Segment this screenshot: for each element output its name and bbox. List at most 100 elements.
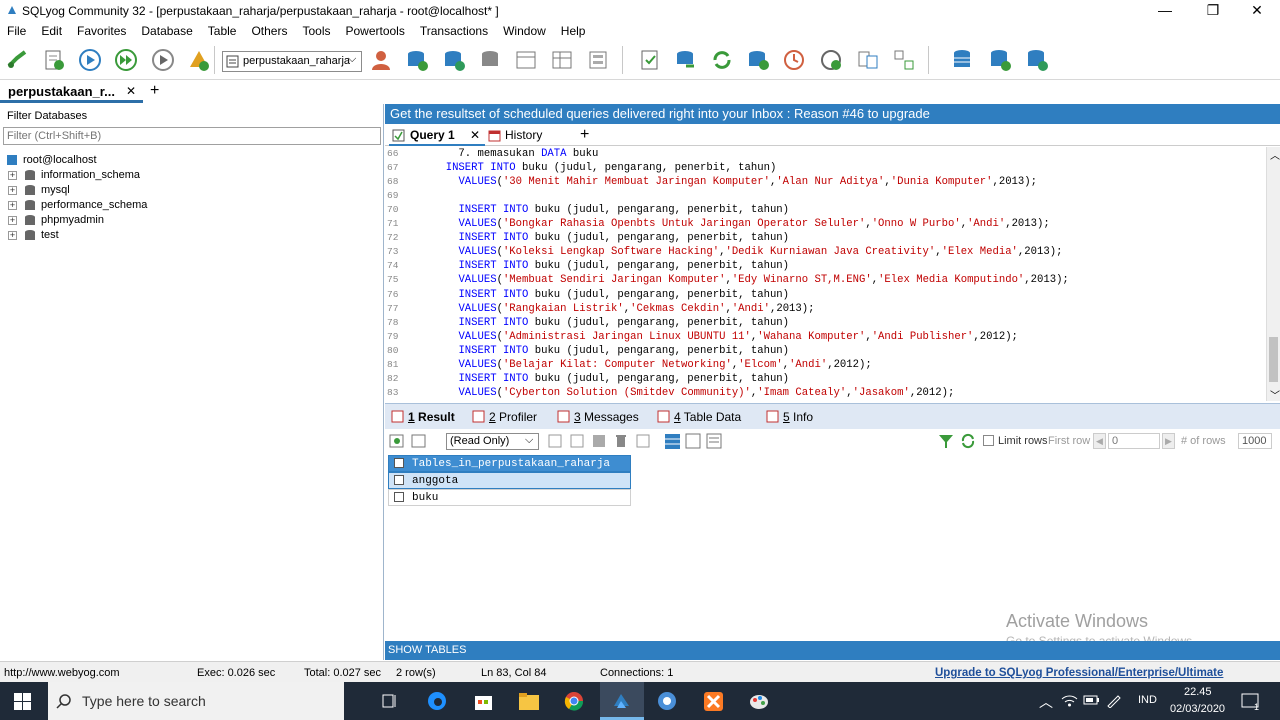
taskbar-search-box[interactable]: Type here to search — [48, 682, 344, 720]
schema-designer-icon[interactable] — [187, 48, 211, 72]
schema-icon[interactable] — [550, 48, 574, 72]
grid-header[interactable]: Tables_in_perpustakaan_raharja — [388, 455, 631, 472]
clock-date[interactable]: 02/03/2020 — [1170, 703, 1225, 715]
code-line[interactable]: INSERT INTO buku (judul, pengarang, pene… — [433, 260, 789, 272]
code-line[interactable]: VALUES('Cyberton Solution (Smitdev Commu… — [433, 387, 954, 399]
previous-page-button[interactable]: ◀ — [1093, 433, 1106, 449]
windows-start-icon[interactable] — [14, 693, 31, 710]
tree-item-information-schema[interactable]: + information_schema — [0, 168, 384, 183]
db-add-icon[interactable] — [1025, 48, 1049, 72]
add-connection-tab-button[interactable]: + — [150, 82, 159, 100]
code-line[interactable]: INSERT INTO buku (judul, pengarang, pene… — [433, 317, 789, 329]
tree-item-phpmyadmin[interactable]: + phpmyadmin — [0, 213, 384, 228]
text-view-icon[interactable] — [706, 433, 722, 449]
minimize-button[interactable]: — — [1142, 0, 1188, 22]
sqlyog-taskbar-icon[interactable] — [611, 691, 632, 712]
table-row[interactable]: anggota — [388, 472, 631, 489]
tree-item-mysql[interactable]: + mysql — [0, 183, 384, 198]
db-check-icon[interactable] — [988, 48, 1012, 72]
xampp-icon[interactable] — [703, 691, 724, 712]
grid-cell[interactable]: buku — [412, 492, 438, 504]
tree-item-performance-schema[interactable]: + performance_schema — [0, 198, 384, 213]
menu-edit[interactable]: Edit — [34, 22, 70, 39]
table-row[interactable]: buku — [388, 489, 631, 506]
select-all-checkbox[interactable] — [394, 458, 404, 468]
sync-icon[interactable] — [892, 48, 916, 72]
code-line[interactable]: VALUES('Koleksi Lengkap Software Hacking… — [433, 246, 1062, 258]
row-checkbox[interactable] — [394, 475, 404, 485]
menu-favorites[interactable]: Favorites — [70, 22, 134, 39]
backup-icon[interactable] — [405, 48, 429, 72]
chrome-icon[interactable] — [564, 691, 585, 712]
code-line[interactable]: INSERT INTO buku (judul, pengarang, pene… — [433, 162, 777, 174]
next-page-button[interactable]: ▶ — [1162, 433, 1175, 449]
close-tab-icon[interactable]: ✕ — [126, 84, 136, 98]
code-line[interactable]: VALUES('Bongkar Rahasia Openbts Untuk Ja… — [433, 218, 1049, 230]
menu-window[interactable]: Window — [496, 22, 554, 39]
add-query-tab-button[interactable]: + — [580, 126, 589, 144]
first-row-input[interactable]: 0 — [1108, 433, 1160, 449]
file-explorer-icon[interactable] — [518, 691, 540, 712]
num-rows-input[interactable]: 1000 — [1238, 433, 1272, 449]
editor-scrollbar[interactable]: ︿ ﹀ — [1266, 147, 1280, 402]
webyog-link[interactable]: http://www.webyog.com — [4, 667, 120, 679]
execute-all-icon[interactable] — [114, 48, 138, 72]
export-result-icon[interactable] — [411, 433, 427, 449]
db-copy-icon[interactable] — [950, 48, 974, 72]
code-line[interactable]: VALUES('Rangkaian Listrik','Cekmas Cekdi… — [433, 303, 814, 315]
tab-history[interactable]: History — [486, 124, 556, 146]
tab-query-1[interactable]: Query 1 ✕ — [389, 124, 485, 146]
limit-rows-checkbox[interactable] — [983, 435, 994, 446]
tab-result-4[interactable]: 4 Table Data — [657, 410, 741, 424]
grid-cell[interactable]: anggota — [412, 475, 458, 487]
cancel-changes-icon[interactable] — [635, 433, 651, 449]
refresh-result-icon[interactable] — [960, 433, 976, 449]
scheduled-job-icon[interactable] — [782, 48, 806, 72]
restore-icon[interactable] — [442, 48, 466, 72]
clock-time[interactable]: 22.45 — [1184, 686, 1212, 698]
menu-help[interactable]: Help — [554, 22, 594, 39]
menu-tools[interactable]: Tools — [295, 22, 338, 39]
user-manager-icon[interactable] — [369, 48, 393, 72]
restore-button[interactable]: ❐ — [1190, 0, 1236, 22]
sql-editor[interactable]: 66 7. memasukan DATA buku 67 INSERT INTO … — [385, 147, 1267, 401]
tab-result-5[interactable]: 5 Info — [766, 410, 813, 424]
notification-icon[interactable] — [819, 48, 843, 72]
expand-icon[interactable]: + — [8, 171, 17, 180]
connection-tab[interactable]: perpustakaan_r... ✕ — [0, 80, 143, 103]
code-line[interactable]: VALUES('30 Menit Mahir Membuat Jaringan … — [433, 176, 1037, 188]
scroll-down-icon[interactable]: ﹀ — [1270, 387, 1280, 402]
code-line[interactable]: VALUES('Administrasi Jaringan Linux UBUN… — [433, 331, 1017, 343]
close-query-tab-icon[interactable]: ✕ — [470, 128, 480, 142]
wifi-icon[interactable] — [1061, 693, 1078, 708]
store-icon[interactable] — [473, 691, 494, 712]
code-line[interactable]: INSERT INTO buku (judul, pengarang, pene… — [433, 345, 789, 357]
code-line[interactable]: INSERT INTO buku (judul, pengarang, pene… — [433, 373, 789, 385]
expand-icon[interactable]: + — [8, 231, 17, 240]
save-icon[interactable] — [591, 433, 607, 449]
tab-result-1[interactable]: 1 Result — [391, 410, 455, 424]
code-line[interactable]: INSERT INTO buku (judul, pengarang, pene… — [433, 204, 789, 216]
db-sync-icon[interactable] — [478, 48, 502, 72]
code-line[interactable]: INSERT INTO buku (judul, pengarang, pene… — [433, 289, 789, 301]
import-icon[interactable] — [674, 48, 698, 72]
compare-icon[interactable] — [856, 48, 880, 72]
input-language[interactable]: IND — [1138, 694, 1157, 706]
chromium-icon[interactable] — [657, 691, 678, 712]
tree-item-test[interactable]: + test — [0, 228, 384, 243]
pen-icon[interactable] — [1105, 693, 1122, 708]
new-connection-icon[interactable] — [5, 48, 29, 72]
edge-browser-icon[interactable] — [427, 691, 448, 712]
query-builder-icon[interactable] — [638, 48, 662, 72]
menu-table[interactable]: Table — [201, 22, 245, 39]
scrollbar-thumb[interactable] — [1269, 337, 1278, 382]
filter-databases-input[interactable] — [3, 127, 381, 145]
paint-icon[interactable] — [749, 691, 770, 712]
form-view-icon[interactable] — [685, 433, 701, 449]
task-view-icon[interactable] — [381, 693, 398, 710]
database-selector[interactable]: perpustakaan_raharja ⌵ — [222, 51, 362, 72]
menu-transactions[interactable]: Transactions — [413, 22, 496, 39]
filter-icon[interactable] — [938, 433, 954, 449]
close-button[interactable]: ✕ — [1234, 0, 1280, 22]
expand-icon[interactable]: + — [8, 216, 17, 225]
